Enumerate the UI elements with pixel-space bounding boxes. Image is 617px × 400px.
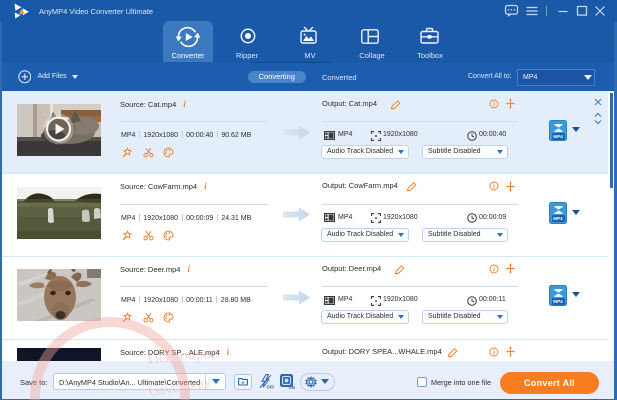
svg-text:ON: ON bbox=[289, 385, 295, 390]
svg-text:OFF: OFF bbox=[267, 385, 275, 390]
